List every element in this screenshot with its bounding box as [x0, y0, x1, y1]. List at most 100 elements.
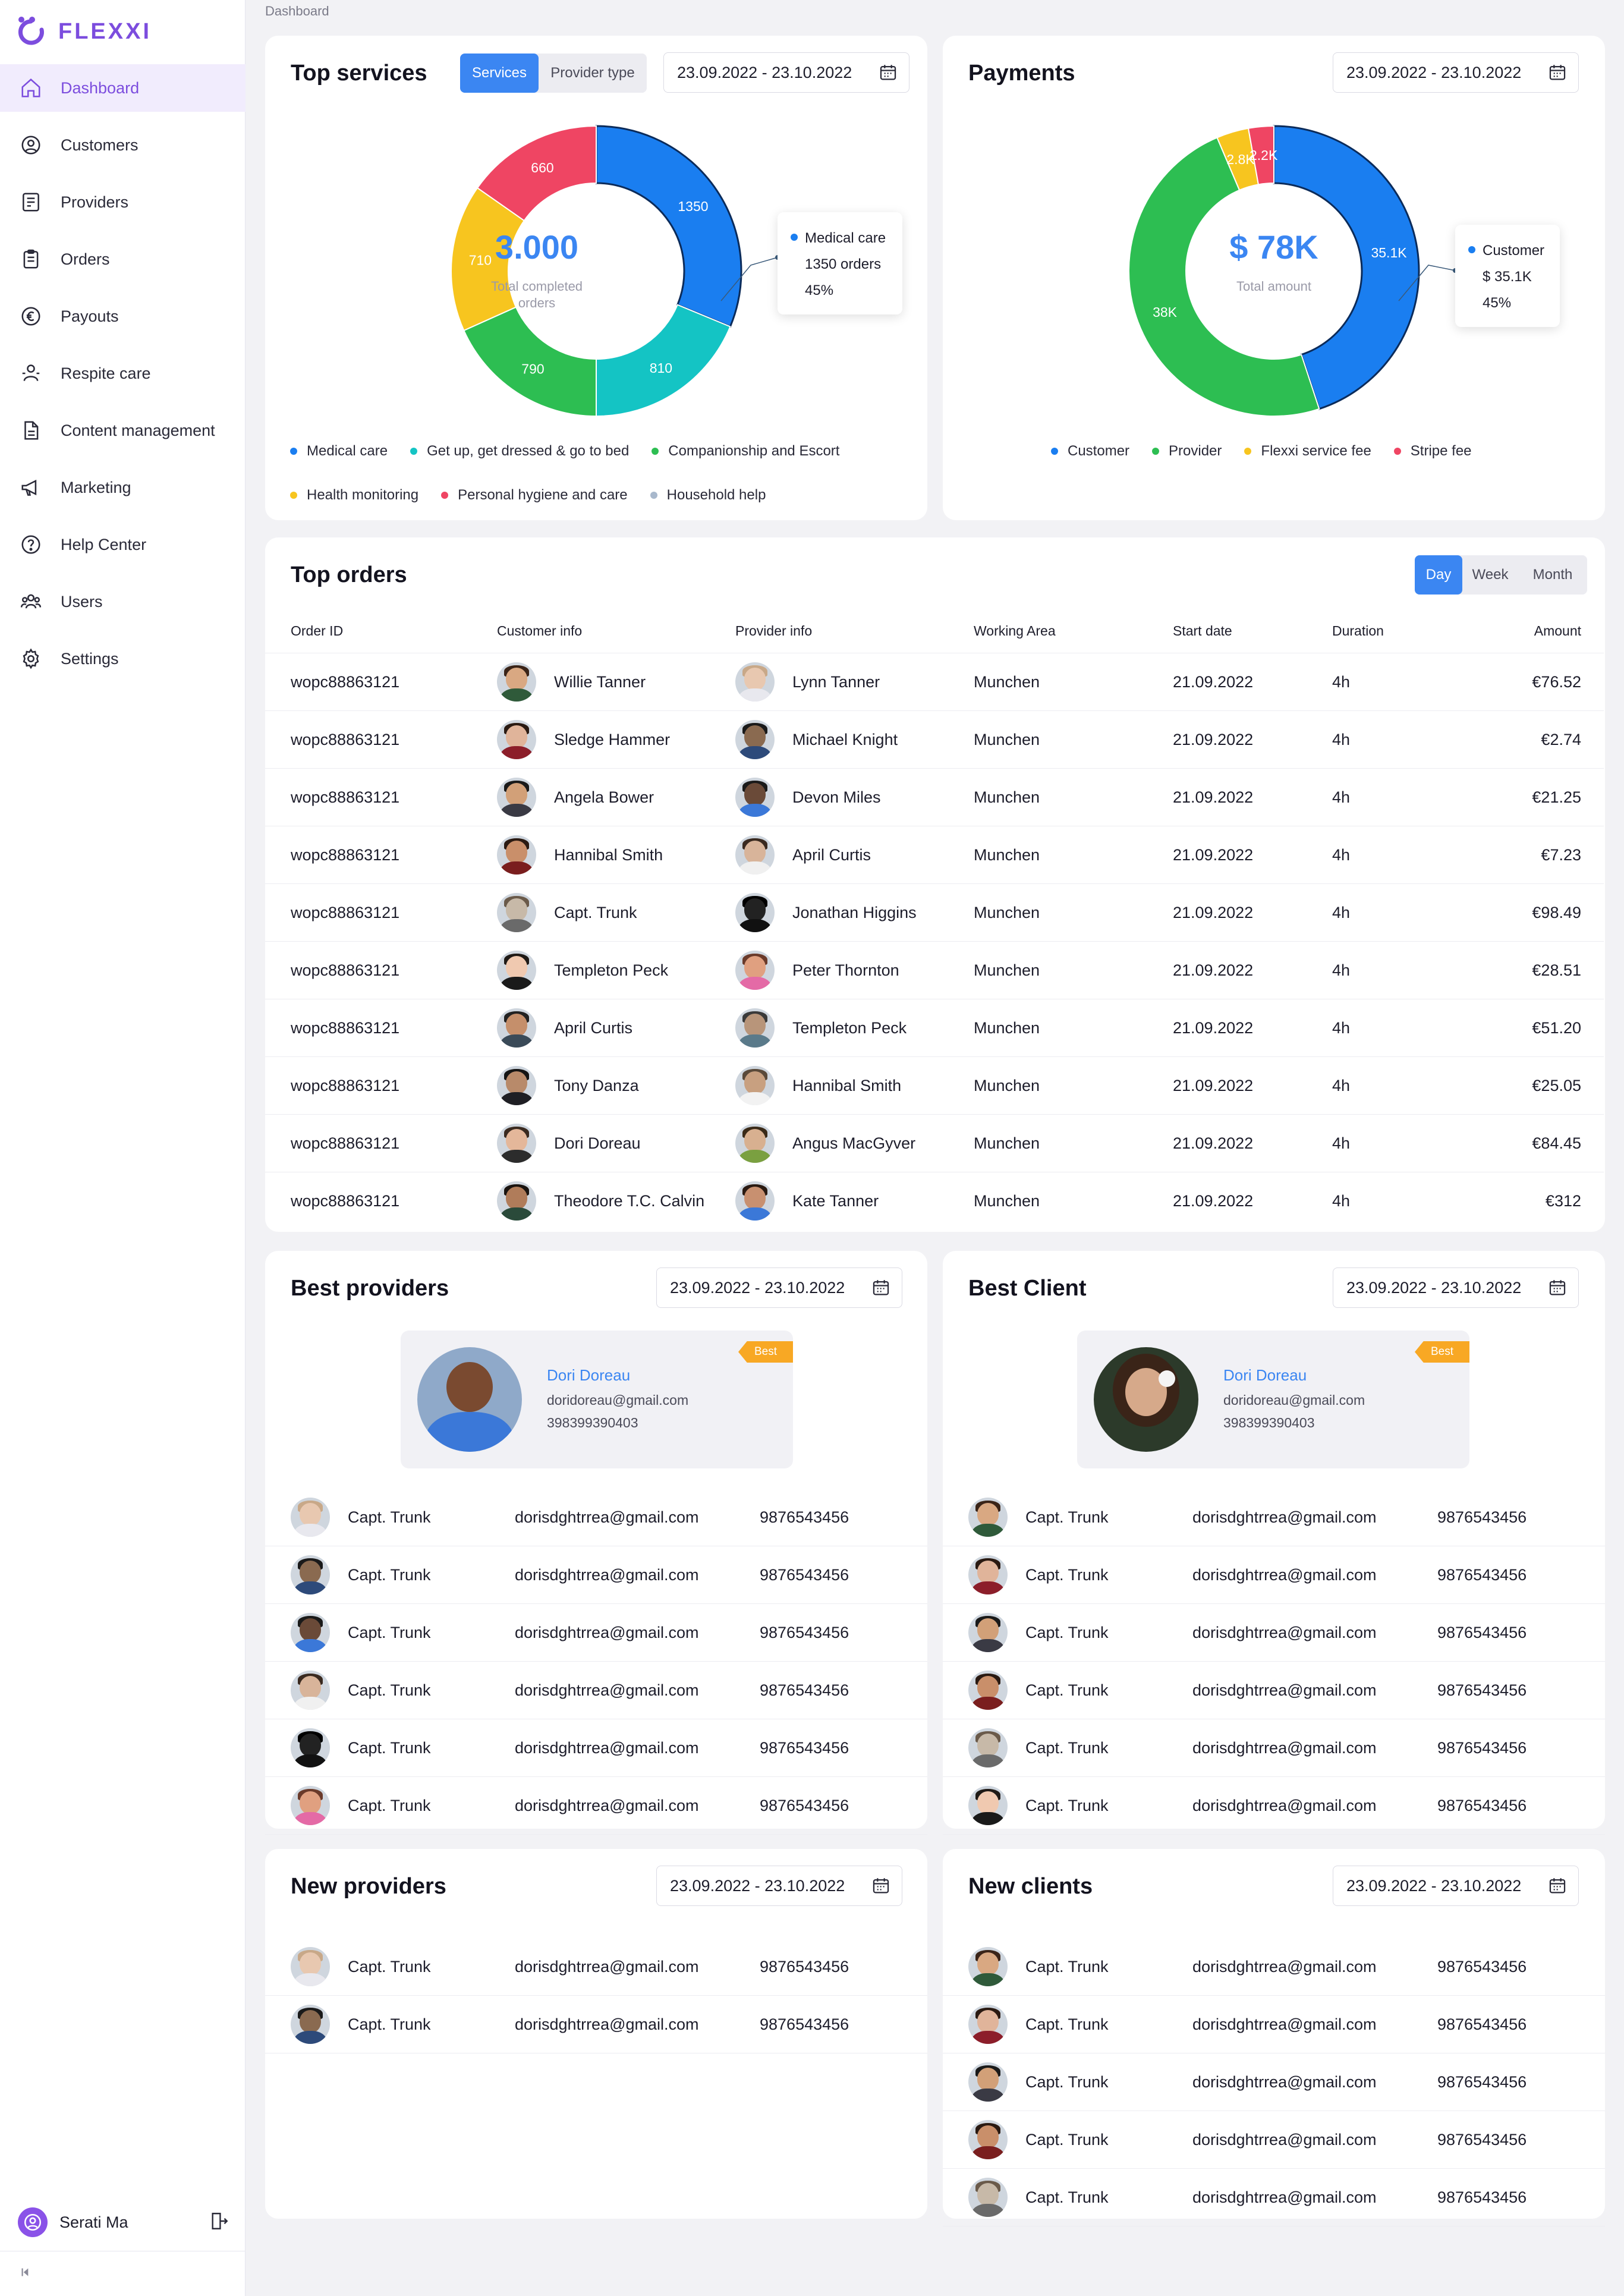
tab-month[interactable]: Month: [1518, 555, 1587, 595]
list-item[interactable]: Capt. Trunk dorisdghtrrea@gmail.com 9876…: [943, 1777, 1605, 1835]
list-item[interactable]: Capt. Trunk dorisdghtrrea@gmail.com 9876…: [265, 1719, 927, 1777]
date-range-picker[interactable]: 23.09.2022 - 23.10.2022: [656, 1866, 902, 1906]
person-info[interactable]: Capt. Trunk: [291, 1786, 431, 1825]
person-info[interactable]: Capt. Trunk: [968, 2005, 1109, 2044]
table-row[interactable]: wopc88863121 Theodore T.C. Calvin Kate T…: [265, 1172, 1604, 1229]
sidebar-item-payouts[interactable]: Payouts: [0, 292, 246, 340]
sidebar-item-content-management[interactable]: Content management: [0, 407, 246, 454]
sidebar-item-customers[interactable]: Customers: [0, 121, 246, 169]
person-email[interactable]: dorisdghtrrea@gmail.com: [1192, 2188, 1377, 2207]
sidebar-item-orders[interactable]: Orders: [0, 235, 246, 283]
sidebar-item-dashboard[interactable]: Dashboard: [0, 64, 246, 112]
person-email[interactable]: dorisdghtrrea@gmail.com: [515, 2015, 699, 2034]
customer-info[interactable]: Tony Danza: [497, 1066, 639, 1105]
person-email[interactable]: dorisdghtrrea@gmail.com: [1192, 1958, 1377, 1976]
current-user[interactable]: Serati Ma: [18, 2206, 229, 2239]
person-info[interactable]: Capt. Trunk: [291, 2005, 431, 2044]
person-email[interactable]: dorisdghtrrea@gmail.com: [515, 1739, 699, 1757]
provider-info[interactable]: Peter Thornton: [735, 951, 899, 990]
date-range-picker[interactable]: 23.09.2022 - 23.10.2022: [1333, 1866, 1579, 1906]
person-email[interactable]: dorisdghtrrea@gmail.com: [1192, 1624, 1377, 1642]
person-info[interactable]: Capt. Trunk: [968, 1728, 1109, 1767]
provider-info[interactable]: Kate Tanner: [735, 1181, 879, 1221]
date-range-picker[interactable]: 23.09.2022 - 23.10.2022: [656, 1267, 902, 1308]
column-header[interactable]: Duration: [1332, 623, 1384, 639]
person-info[interactable]: Capt. Trunk: [968, 1555, 1109, 1594]
customer-info[interactable]: Capt. Trunk: [497, 893, 637, 932]
list-item[interactable]: Capt. Trunk dorisdghtrrea@gmail.com 9876…: [265, 1662, 927, 1719]
person-email[interactable]: dorisdghtrrea@gmail.com: [1192, 2073, 1377, 2091]
person-email[interactable]: dorisdghtrrea@gmail.com: [1192, 1566, 1377, 1584]
column-header[interactable]: Amount: [1534, 623, 1581, 639]
provider-info[interactable]: Michael Knight: [735, 720, 898, 759]
person-info[interactable]: Capt. Trunk: [968, 1613, 1109, 1652]
person-email[interactable]: dorisdghtrrea@gmail.com: [515, 1508, 699, 1527]
person-email[interactable]: dorisdghtrrea@gmail.com: [1192, 1797, 1377, 1815]
tab-week[interactable]: Week: [1462, 555, 1518, 595]
collapse-sidebar-icon[interactable]: [18, 2264, 33, 2283]
person-email[interactable]: dorisdghtrrea@gmail.com: [515, 1797, 699, 1815]
donut-slice[interactable]: [595, 125, 742, 328]
sidebar-item-providers[interactable]: Providers: [0, 178, 246, 226]
customer-info[interactable]: Templeton Peck: [497, 951, 668, 990]
person-email[interactable]: dorisdghtrrea@gmail.com: [515, 1958, 699, 1976]
person-email[interactable]: dorisdghtrrea@gmail.com: [1192, 1681, 1377, 1700]
customer-info[interactable]: April Curtis: [497, 1008, 632, 1048]
sidebar-item-users[interactable]: Users: [0, 578, 246, 625]
provider-info[interactable]: April Curtis: [735, 835, 871, 875]
provider-info[interactable]: Devon Miles: [735, 778, 881, 817]
person-info[interactable]: Capt. Trunk: [291, 1728, 431, 1767]
tab-day[interactable]: Day: [1415, 555, 1462, 595]
table-row[interactable]: wopc88863121 Dori Doreau Angus MacGyver …: [265, 1114, 1604, 1172]
customer-info[interactable]: Dori Doreau: [497, 1124, 641, 1163]
order-id[interactable]: wopc88863121: [291, 1019, 399, 1037]
table-row[interactable]: wopc88863121 Templeton Peck Peter Thornt…: [265, 941, 1604, 999]
customer-info[interactable]: Sledge Hammer: [497, 720, 670, 759]
sidebar-item-respite-care[interactable]: Respite care: [0, 350, 246, 397]
logout-icon[interactable]: [209, 2211, 229, 2234]
person-email[interactable]: dorisdghtrrea@gmail.com: [1192, 1508, 1377, 1527]
person-info[interactable]: Capt. Trunk: [968, 2178, 1109, 2217]
person-info[interactable]: Capt. Trunk: [291, 1613, 431, 1652]
best-client-card-inner[interactable]: Best Dori Doreau doridoreau@gmail.com 39…: [1077, 1331, 1469, 1468]
person-info[interactable]: Capt. Trunk: [968, 1671, 1109, 1710]
person-email[interactable]: dorisdghtrrea@gmail.com: [1192, 2131, 1377, 2149]
customer-info[interactable]: Theodore T.C. Calvin: [497, 1181, 704, 1221]
list-item[interactable]: Capt. Trunk dorisdghtrrea@gmail.com 9876…: [265, 1777, 927, 1835]
person-info[interactable]: Capt. Trunk: [968, 1947, 1109, 1986]
person-info[interactable]: Capt. Trunk: [291, 1671, 431, 1710]
column-header[interactable]: Order ID: [291, 623, 343, 639]
best-provider-card[interactable]: Best Dori Doreau doridoreau@gmail.com 39…: [401, 1331, 793, 1468]
column-header[interactable]: Working Area: [974, 623, 1056, 639]
table-row[interactable]: wopc88863121 Willie Tanner Lynn Tanner M…: [265, 653, 1604, 710]
order-id[interactable]: wopc88863121: [291, 788, 399, 807]
person-email[interactable]: dorisdghtrrea@gmail.com: [1192, 2015, 1377, 2034]
person-info[interactable]: Capt. Trunk: [291, 1947, 431, 1986]
date-range-picker[interactable]: 23.09.2022 - 23.10.2022: [1333, 1267, 1579, 1308]
customer-info[interactable]: Angela Bower: [497, 778, 654, 817]
person-info[interactable]: Capt. Trunk: [968, 2062, 1109, 2102]
order-id[interactable]: wopc88863121: [291, 1077, 399, 1095]
list-item[interactable]: Capt. Trunk dorisdghtrrea@gmail.com 9876…: [943, 2169, 1605, 2226]
list-item[interactable]: Capt. Trunk dorisdghtrrea@gmail.com 9876…: [943, 2111, 1605, 2169]
person-info[interactable]: Capt. Trunk: [968, 2120, 1109, 2159]
sidebar-item-help-center[interactable]: Help Center: [0, 521, 246, 568]
list-item[interactable]: Capt. Trunk dorisdghtrrea@gmail.com 9876…: [943, 1489, 1605, 1546]
table-row[interactable]: wopc88863121 Angela Bower Devon Miles Mu…: [265, 768, 1604, 826]
person-email[interactable]: dorisdghtrrea@gmail.com: [515, 1566, 699, 1584]
table-row[interactable]: wopc88863121 Hannibal Smith April Curtis…: [265, 826, 1604, 883]
list-item[interactable]: Capt. Trunk dorisdghtrrea@gmail.com 9876…: [265, 1546, 927, 1604]
best-provider-name[interactable]: Dori Doreau: [547, 1366, 630, 1385]
list-item[interactable]: Capt. Trunk dorisdghtrrea@gmail.com 9876…: [943, 1996, 1605, 2053]
person-info[interactable]: Capt. Trunk: [968, 1498, 1109, 1537]
provider-info[interactable]: Lynn Tanner: [735, 662, 880, 702]
person-info[interactable]: Capt. Trunk: [291, 1555, 431, 1594]
provider-info[interactable]: Angus MacGyver: [735, 1124, 915, 1163]
order-id[interactable]: wopc88863121: [291, 904, 399, 922]
person-email[interactable]: dorisdghtrrea@gmail.com: [515, 1681, 699, 1700]
list-item[interactable]: Capt. Trunk dorisdghtrrea@gmail.com 9876…: [265, 1604, 927, 1662]
app-logo[interactable]: FLEXXI: [15, 13, 152, 50]
person-info[interactable]: Capt. Trunk: [291, 1498, 431, 1537]
list-item[interactable]: Capt. Trunk dorisdghtrrea@gmail.com 9876…: [943, 1938, 1605, 1996]
list-item[interactable]: Capt. Trunk dorisdghtrrea@gmail.com 9876…: [943, 2053, 1605, 2111]
